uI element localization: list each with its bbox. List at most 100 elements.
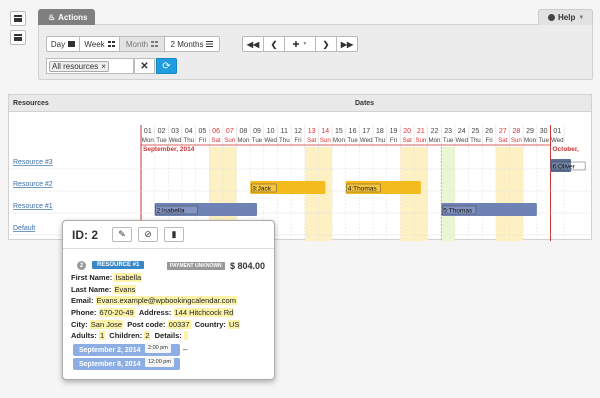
day-number: 20: [403, 128, 411, 135]
view-month-button[interactable]: Month: [119, 36, 165, 52]
cancel-booking-button[interactable]: ⊘: [138, 227, 158, 242]
weekday-label: Fri: [485, 137, 492, 144]
date-nav-group: ◀◀ ❮ ✚ ▼ ❯ ▶▶: [242, 36, 358, 52]
day-number: 22: [431, 128, 439, 135]
phone-address-row: Phone: 670-20-49 Address: 144 Hitchcock …: [71, 308, 235, 317]
booking-label: 4:Thomas: [348, 186, 378, 193]
resource-badge: RESOURCE #1: [92, 261, 145, 269]
sidebar-toggle-button[interactable]: [10, 11, 26, 26]
edit-booking-button[interactable]: ✎: [112, 227, 132, 242]
weekday-label: Tue: [443, 137, 454, 144]
today-shade: [441, 147, 455, 241]
actions-tab[interactable]: ♨ Actions: [38, 9, 95, 25]
guests-row: Adults: 1 Children: 2 Details:: [71, 331, 188, 340]
menu-icon: [14, 15, 22, 22]
weekday-label: Thu: [470, 137, 481, 144]
refresh-button[interactable]: ⟳: [156, 58, 177, 74]
fast-forward-button[interactable]: ▶▶: [336, 36, 358, 52]
weekday-label: Tue: [252, 137, 263, 144]
grid-icon: [151, 41, 159, 47]
forward-button[interactable]: ❯: [315, 36, 337, 52]
booking-number-badge: 2: [77, 261, 86, 270]
square-icon: [68, 41, 76, 47]
day-number: 04: [185, 128, 193, 135]
date-range-dash: –: [183, 345, 188, 354]
help-tab[interactable]: Help ▼: [538, 9, 593, 25]
day-number: 16: [349, 128, 357, 135]
booking-label: 3:Jack: [252, 186, 272, 193]
resource-tag: All resources ×: [49, 60, 109, 72]
email-row: Email: Evans.example@wpbookingcalendar.c…: [71, 296, 237, 305]
weekday-label: Fri: [390, 137, 397, 144]
menu-icon: [14, 34, 22, 41]
weekday-label: Tue: [156, 137, 167, 144]
resource-label[interactable]: Resource #1: [13, 203, 53, 210]
day-number: 25: [472, 128, 480, 135]
grid-icon: [107, 41, 115, 47]
day-number: 21: [417, 128, 425, 135]
booking-label: 2:Isabella: [157, 208, 185, 215]
ban-icon: ⊘: [144, 229, 152, 239]
day-number: 15: [335, 128, 343, 135]
fast-backward-button[interactable]: ◀◀: [242, 36, 264, 52]
day-number: 28: [512, 128, 520, 135]
delete-booking-button[interactable]: ▮: [164, 227, 184, 242]
day-number: 03: [171, 128, 179, 135]
weekday-label: Sun: [224, 137, 236, 144]
clear-filter-button[interactable]: ✕: [134, 58, 155, 74]
day-number: 23: [444, 128, 452, 135]
backward-button[interactable]: ❮: [263, 36, 285, 52]
resource-filter-select[interactable]: All resources ×: [46, 58, 134, 74]
weekday-label: Wed: [551, 137, 564, 144]
sidebar-collapse-button[interactable]: [10, 30, 26, 45]
day-number: 05: [199, 128, 207, 135]
weekday-label: Mon: [524, 137, 537, 144]
view-2months-button[interactable]: 2 Months: [164, 36, 220, 52]
day-number: 17: [362, 128, 370, 135]
resource-label[interactable]: Resource #3: [13, 159, 53, 166]
weekday-label: Fri: [199, 137, 206, 144]
view-day-button[interactable]: Day: [46, 36, 80, 52]
booking-id: ID: 2: [72, 227, 99, 242]
weekday-label: Mon: [237, 137, 250, 144]
day-number: 12: [294, 128, 302, 135]
weekday-label: Sat: [498, 137, 508, 144]
day-number: 01: [144, 128, 152, 135]
caret-down-icon: ▼: [302, 41, 308, 47]
day-number: 13: [308, 128, 316, 135]
day-number: 02: [158, 128, 166, 135]
day-number: 30: [540, 128, 548, 135]
list-icon: [206, 41, 214, 47]
booking-price: $ 804.00: [230, 261, 266, 271]
view-week-button[interactable]: Week: [79, 36, 120, 52]
fast-backward-icon: ◀◀: [246, 39, 260, 49]
day-number: 14: [321, 128, 329, 135]
weekday-label: Mon: [428, 137, 441, 144]
payment-status-badge: PAYMENT UNKNOWN: [167, 262, 225, 270]
weekend-shade: [509, 147, 524, 241]
weekday-label: Tue: [538, 137, 549, 144]
weekday-label: Sun: [511, 137, 523, 144]
jump-to-date-button[interactable]: ✚ ▼: [284, 36, 316, 52]
day-number: 09: [253, 128, 261, 135]
day-number: 18: [376, 128, 384, 135]
time-from-pill: 2:00 pm: [145, 343, 171, 353]
weekday-label: Wed: [360, 137, 373, 144]
resource-label[interactable]: Default: [13, 225, 35, 232]
resource-label[interactable]: Resource #2: [13, 181, 53, 188]
remove-tag-icon[interactable]: ×: [101, 62, 106, 71]
weekday-label: Mon: [333, 137, 346, 144]
refresh-icon: ⟳: [162, 60, 171, 72]
fast-forward-icon: ▶▶: [340, 39, 354, 49]
day-number: 06: [212, 128, 220, 135]
day-number: 24: [458, 128, 466, 135]
day-number: 19: [390, 128, 398, 135]
weekday-label: Wed: [169, 137, 182, 144]
month-label: September, 2014: [143, 146, 195, 153]
weekday-label: Sun: [320, 137, 332, 144]
booking-popover: ID: 2 ✎ ⊘ ▮ 2 RESOURCE #1 PAYMENT UNKNOW…: [62, 220, 275, 380]
info-icon: [548, 14, 555, 21]
popover-header: ID: 2 ✎ ⊘ ▮: [63, 221, 274, 249]
crosshair-icon: ✚: [292, 39, 300, 49]
backward-icon: ❮: [270, 39, 278, 49]
